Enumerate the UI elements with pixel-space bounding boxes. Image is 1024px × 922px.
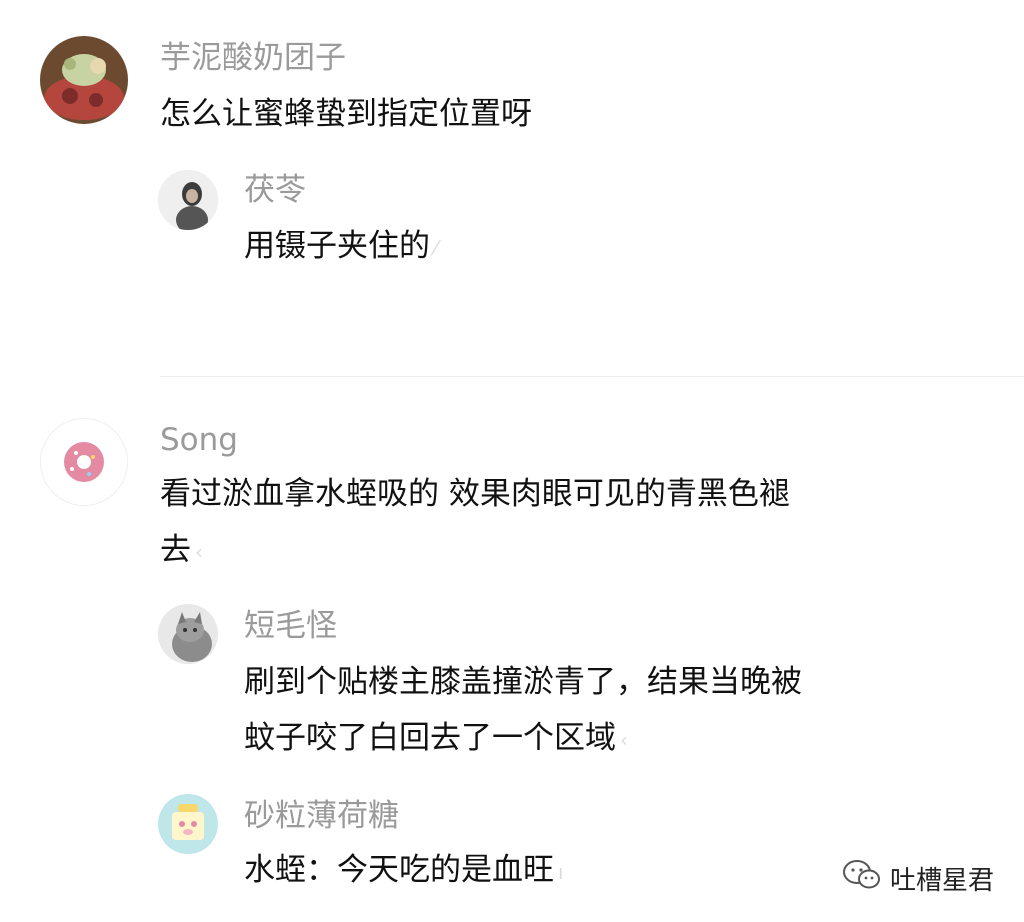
comment-username[interactable]: Song <box>160 420 238 460</box>
reply-text: 用镊子夹住的 ⁄ <box>244 218 437 276</box>
reply-text-content: 水蛭：今天吃的是血旺 <box>244 852 554 888</box>
comment-text-line-1: 看过淤血拿水蛭吸的 效果肉眼可见的青黑色褪 <box>160 476 790 512</box>
reply-username[interactable]: 茯苓 <box>244 170 306 210</box>
thread-divider <box>160 376 1024 377</box>
reply-text-line-1: 刷到个贴楼主膝盖撞淤青了，结果当晚被 <box>244 664 802 700</box>
comment-text: 怎么让蜜蜂蛰到指定位置呀 <box>160 96 532 132</box>
reply-username[interactable]: 砂粒薄荷糖 <box>244 796 399 836</box>
reply-username[interactable]: 短毛怪 <box>244 606 337 646</box>
avatar-icon[interactable] <box>40 36 128 124</box>
reply-hint-icon: ı <box>558 859 564 884</box>
watermark-text: 吐槽星君 <box>890 865 995 896</box>
watermark: 吐槽星君 <box>842 858 994 898</box>
reply-hint-icon: ‹ <box>620 727 628 752</box>
avatar-icon[interactable] <box>158 604 218 664</box>
reply-hint-icon: ‹ <box>195 539 203 564</box>
avatar-icon[interactable] <box>158 170 218 230</box>
comment-text-line-2: 去 ‹ <box>160 522 203 580</box>
reply-text-line-2: 蚊子咬了白回去了一个区域 ‹ <box>244 710 628 768</box>
wechat-icon <box>842 858 882 899</box>
reply-text-line-2-content: 蚊子咬了白回去了一个区域 <box>244 720 616 756</box>
comment-text-line-2-content: 去 <box>160 532 191 568</box>
reply-hint-icon: ⁄ <box>434 235 438 260</box>
avatar-icon[interactable] <box>158 794 218 854</box>
reply-text: 水蛭：今天吃的是血旺 ı <box>244 842 564 900</box>
avatar-icon[interactable] <box>40 418 128 506</box>
reply-text-content: 用镊子夹住的 <box>244 228 430 264</box>
comment-username[interactable]: 芋泥酸奶团子 <box>160 38 346 78</box>
